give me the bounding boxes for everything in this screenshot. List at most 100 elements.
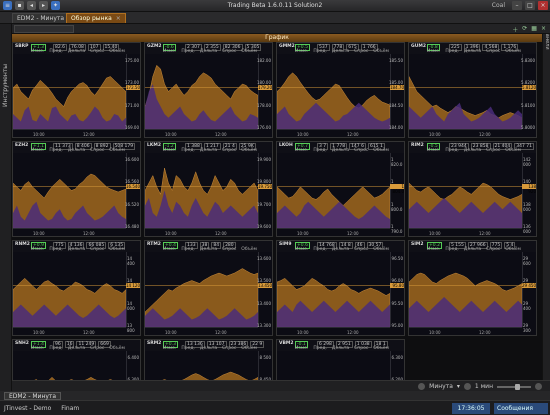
y-tick-label: 176.00: [257, 125, 271, 130]
ticker-label: SIM9: [279, 242, 292, 247]
price-chart[interactable]: [145, 153, 258, 228]
refresh-icon[interactable]: ⟳: [522, 25, 527, 34]
y-tick-label: 95.50: [391, 300, 403, 306]
price-chart[interactable]: [277, 252, 390, 327]
price-chart[interactable]: [145, 351, 258, 380]
y-tick-label: 96.50: [391, 256, 403, 261]
chart-bottom-toolbar: Минута ▾ 1 мин: [12, 380, 550, 391]
grid-icon[interactable]: ▦: [531, 25, 537, 34]
x-tick-label: 10:00: [429, 231, 441, 236]
time-axis: 10:00 12:00: [409, 129, 522, 137]
chart-panel-gzm2[interactable]: GZM2 -0.6 2 307 2 355 82 306 5 305 Изме. Пред. Д…: [144, 42, 273, 138]
ticker-label: SNH2: [15, 341, 29, 346]
chart-panel-gum2[interactable]: GUM2 -0.8 225 1 396 4 568 1 176 Изме. Пред. Дель…: [408, 42, 537, 138]
price-chart[interactable]: [145, 54, 258, 129]
x-tick-label: 10:00: [165, 132, 177, 137]
time-axis: 10:00 12:00: [13, 327, 126, 335]
time-axis: 10:00 12:00: [409, 228, 522, 236]
price-chart[interactable]: [13, 252, 126, 327]
tab-market-overview[interactable]: Обзор рынка ×: [66, 13, 126, 23]
price-chart[interactable]: [409, 252, 522, 327]
x-tick-label: 10:00: [429, 330, 441, 335]
chart-panel-rim2[interactable]: RIM2 -0.5 23 944 23 858 21 404 347 71 Изме. Пре…: [408, 141, 537, 237]
x-tick-label: 10:00: [297, 132, 309, 137]
chart-panel-lkoh[interactable]: LKOH +0.7 3 71 778 147 6 615 1 Изме. Пред. Дель…: [276, 141, 405, 237]
panel-header: GMM2 +0.5 537 778 675 1 766 Изме. Пред. Дельта Сп…: [277, 43, 404, 54]
section-header: График: [12, 34, 542, 42]
x-tick-label: 12:00: [479, 330, 491, 335]
panel-header: SIM9 +0.6 14 768 14 8 46 30 57 Изме. Пред. Дельт…: [277, 241, 404, 252]
x-tick-label: 12:00: [347, 330, 359, 335]
y-tick-label: 5.8000: [521, 125, 535, 130]
y-tick-label: 19.900: [257, 157, 271, 162]
chart-panel-srm2[interactable]: SRM2 +0.3 13 136 13 107 23 386 22 9 Изме. Пред.…: [144, 339, 273, 380]
close-tab-icon[interactable]: ×: [116, 15, 121, 22]
y-tick-label: 95.00: [391, 323, 403, 328]
zoom-slider-handle[interactable]: [515, 383, 520, 390]
x-tick-label: 12:00: [479, 231, 491, 236]
price-axis: 29 60029 50029 40029 30029 450: [522, 252, 536, 333]
zoom-out-icon[interactable]: [463, 383, 471, 390]
ticker-label: RTM2: [147, 242, 161, 247]
current-price-badge: 184.70: [390, 85, 404, 91]
chart-panel-snh2[interactable]: SNH2 +1.4 96 16 11 249 669 Изме. Пред. Дельта Спр…: [12, 339, 141, 380]
x-tick-label: 12:00: [83, 231, 95, 236]
y-tick-label: 8 500: [259, 355, 271, 360]
time-axis: 10:00 12:00: [145, 129, 258, 137]
layout-dropdown[interactable]: [14, 25, 74, 33]
chart-panel-gmm2[interactable]: GMM2 +0.5 537 778 675 1 766 Изме. Пред. Дельта Сп…: [276, 42, 405, 138]
y-tick-label: 19.600: [257, 224, 271, 229]
close-button[interactable]: ×: [538, 1, 548, 10]
y-tick-label: 29 300: [523, 323, 531, 333]
chart-panel-sim9[interactable]: SIM9 +0.6 14 768 14 8 46 30 57 Изме. Пред. Дельт…: [276, 240, 405, 336]
current-price-badge: 1 804.0: [390, 184, 404, 194]
panel-header: GZM2 -0.6 2 307 2 355 82 306 5 305 Изме. Пред. Д…: [145, 43, 272, 54]
left-side-panel[interactable]: Инструменты: [0, 24, 12, 400]
chart-grid: SBRP +1.3 82.6 76.08 107 15.40 Изме. Пред. Дельт…: [12, 42, 542, 380]
price-chart[interactable]: [277, 351, 390, 380]
time-axis: 10:00 12:00: [277, 129, 390, 137]
messages-button[interactable]: Сообщения: [494, 403, 548, 414]
minimize-button[interactable]: –: [512, 1, 522, 10]
y-tick-label: 13.600: [257, 256, 271, 261]
close-panel-icon[interactable]: ×: [541, 25, 546, 34]
ticker-label: RNM2: [15, 242, 30, 247]
x-tick-label: 12:00: [215, 231, 227, 236]
chart-panel-sbrp[interactable]: SBRP +1.3 82.6 76.08 107 15.40 Изме. Пред. Дельт…: [12, 42, 141, 138]
chart-panel-lkm2[interactable]: LKM2 -1.2 1 388 1 217 21 4 25 9K Изме. Пред. Дел…: [144, 141, 273, 237]
zoom-in-icon[interactable]: [535, 383, 542, 390]
price-chart[interactable]: [145, 252, 258, 327]
chevron-down-icon[interactable]: ▾: [457, 383, 460, 390]
chart-panel-vbm2[interactable]: VBM2 -0.1 6 298 2 951 1 038 18 1 Изме. Пред. Дел…: [276, 339, 405, 380]
price-chart[interactable]: [13, 153, 126, 228]
add-icon[interactable]: ＋: [512, 25, 518, 34]
interval-icon[interactable]: [418, 383, 426, 390]
price-chart[interactable]: [13, 351, 126, 380]
price-chart[interactable]: [277, 54, 390, 129]
left-strip-label: Инструменты: [2, 64, 9, 107]
chart-panel-rtm2[interactable]: RTM2 +0.4 133 38 84 280 Изме. Пред. Дельта Спрос О…: [144, 240, 273, 336]
chart-panel-ezh2[interactable]: EZH2 +1.1 11 373 8 406 8 892 508 179 Изме. Пред…: [12, 141, 141, 237]
chart-panel-sim2[interactable]: SIM2 +0.2 5 155 27 966 775 5 4 Изме. Пред. Дельт…: [408, 240, 537, 336]
time-axis: 10:00 12:00: [409, 327, 522, 335]
current-price-badge: 19.750: [258, 184, 272, 190]
x-tick-label: 12:00: [215, 132, 227, 137]
zoom-slider[interactable]: [497, 383, 531, 390]
panel-header: RIM2 -0.5 23 944 23 858 21 404 347 71 Изме. Пре…: [409, 142, 536, 153]
price-axis: 14 40014 20014 00013 80014 120: [126, 252, 140, 333]
current-price-badge: 13.450: [258, 283, 272, 289]
price-chart[interactable]: [277, 153, 390, 228]
chart-panel-rnm2[interactable]: RNM2 +0.9 775 4 136 66 085 6 135 Изме. Пред. Дел…: [12, 240, 141, 336]
price-axis: 175.00 173.00 171.00 169.00 172.50: [125, 54, 140, 130]
panel-header: SRM2 +0.3 13 136 13 107 23 386 22 9 Изме. Пред.…: [145, 340, 272, 351]
y-tick-label: 185.50: [389, 58, 403, 63]
price-chart[interactable]: [409, 153, 522, 228]
interval-selector[interactable]: Минута: [429, 383, 453, 390]
right-side-panel[interactable]: Панели: [542, 24, 550, 400]
maximize-button[interactable]: □: [525, 1, 535, 10]
price-axis: 1 820.01 810.01 800.01 790.01 804.0: [390, 153, 404, 234]
price-chart[interactable]: [13, 54, 126, 129]
y-tick-label: 13.400: [257, 300, 271, 306]
price-chart[interactable]: [409, 54, 522, 129]
bottom-tab-edm2[interactable]: EDM2 - Минута: [4, 392, 62, 400]
